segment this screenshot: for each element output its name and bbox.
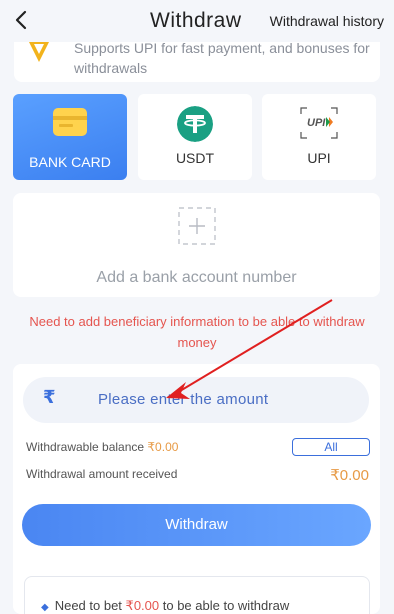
beneficiary-warning: Need to add beneficiary information to b… bbox=[29, 314, 365, 350]
back-button[interactable] bbox=[10, 8, 32, 32]
withdrawable-label: Withdrawable balance bbox=[26, 440, 145, 454]
method-label: USDT bbox=[175, 150, 215, 166]
note-suffix: to be able to withdraw bbox=[162, 598, 290, 613]
page-title: Withdraw bbox=[150, 9, 242, 32]
method-label: BANK CARD bbox=[29, 154, 111, 170]
bet-requirement-note: ◆ Need to bet ₹0.00 to be able to withdra… bbox=[24, 576, 370, 614]
withdrawable-balance-row: Withdrawable balance ₹0.00 bbox=[26, 440, 178, 454]
tether-icon bbox=[177, 106, 213, 142]
bank-card-icon bbox=[53, 108, 87, 136]
withdraw-panel: ₹ Please enter the amount Withdrawable b… bbox=[13, 364, 380, 614]
note-prefix: Need to bet bbox=[54, 598, 122, 613]
svg-text:UPI: UPI bbox=[307, 117, 326, 129]
method-upi[interactable]: UPI UPI bbox=[262, 94, 376, 180]
method-bank-card[interactable]: BANK CARD bbox=[13, 94, 127, 180]
received-value: ₹0.00 bbox=[330, 467, 369, 484]
all-button[interactable]: All bbox=[292, 438, 370, 456]
note-value: ₹0.00 bbox=[125, 598, 160, 613]
diamond-bullet-icon: ◆ bbox=[41, 602, 49, 613]
payment-methods: BANK CARD USDT UPI UPI bbox=[13, 94, 379, 180]
rupee-icon: ₹ bbox=[43, 387, 56, 407]
withdrawal-history-link[interactable]: Withdrawal history bbox=[270, 13, 384, 29]
method-usdt[interactable]: USDT bbox=[138, 94, 252, 180]
upi-logo-icon: UPI bbox=[300, 107, 338, 139]
received-label: Withdrawal amount received bbox=[26, 467, 178, 481]
amount-input[interactable]: ₹ Please enter the amount bbox=[23, 377, 369, 423]
amount-placeholder: Please enter the amount bbox=[98, 391, 269, 408]
note-text: ◆ Need to bet ₹0.00 to be able to withdra… bbox=[41, 598, 289, 614]
chevron-left-icon bbox=[15, 10, 27, 30]
withdrawable-value: ₹0.00 bbox=[147, 440, 179, 454]
add-bank-account-card[interactable]: Add a bank account number bbox=[13, 193, 380, 297]
header-bar: Withdraw Withdrawal history bbox=[0, 0, 394, 42]
add-icon bbox=[178, 207, 216, 245]
add-account-label: Add a bank account number bbox=[96, 269, 297, 286]
method-label: UPI bbox=[307, 150, 331, 166]
upi-notice-text: Supports UPI for fast payment, and bonus… bbox=[74, 40, 370, 76]
withdraw-button[interactable]: Withdraw bbox=[22, 504, 371, 546]
